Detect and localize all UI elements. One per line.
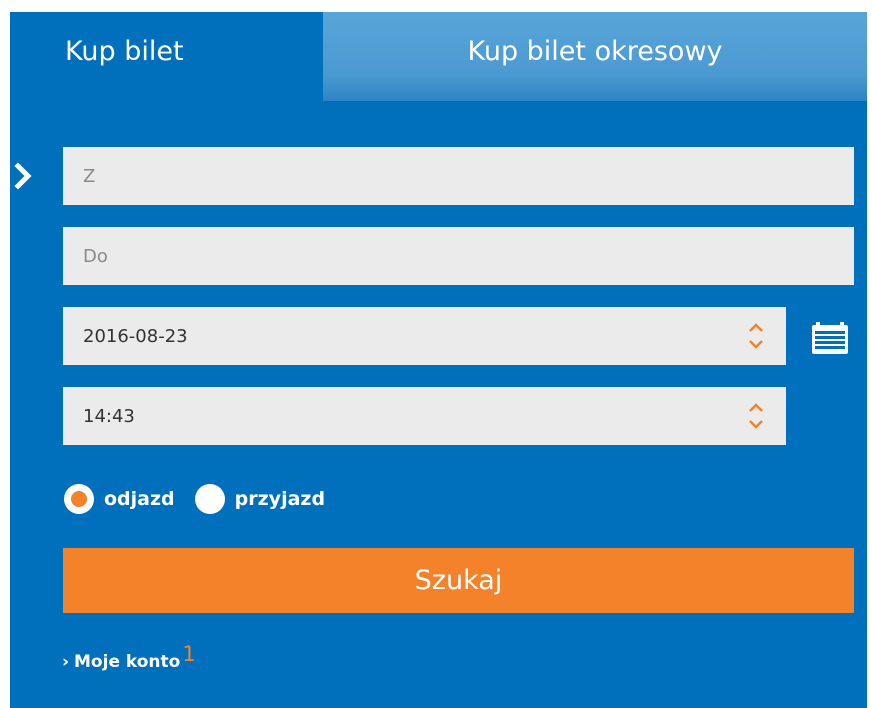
- radio-odjazd-label: odjazd: [104, 488, 175, 510]
- my-account-link[interactable]: › Moje konto 1: [62, 642, 196, 676]
- calendar-icon[interactable]: [808, 316, 852, 356]
- time-field[interactable]: 14:43: [63, 387, 786, 445]
- tab-kup-bilet-okresowy[interactable]: Kup bilet okresowy: [323, 12, 867, 101]
- chevron-right-icon: [14, 162, 32, 190]
- tab-kup-bilet[interactable]: Kup bilet: [10, 12, 323, 101]
- radio-odjazd[interactable]: odjazd: [64, 484, 175, 514]
- date-value: 2016-08-23: [83, 325, 188, 347]
- direction-radio-group: odjazd przyjazd: [64, 482, 345, 516]
- chevron-small-icon: ›: [62, 652, 70, 672]
- my-account-label: Moje konto: [74, 652, 181, 672]
- radio-przyjazd-label: przyjazd: [234, 488, 326, 510]
- radio-checked-icon[interactable]: [64, 484, 94, 514]
- to-station-input[interactable]: [63, 227, 854, 285]
- date-field[interactable]: 2016-08-23: [63, 307, 786, 365]
- account-badge: 1: [182, 642, 196, 666]
- ticket-search-panel: Kup bilet Kup bilet okresowy 2016-08-23 …: [10, 12, 867, 708]
- time-spinner-icon[interactable]: [746, 399, 766, 433]
- from-station-input[interactable]: [63, 147, 854, 205]
- radio-unchecked-icon[interactable]: [194, 484, 225, 514]
- radio-przyjazd[interactable]: przyjazd: [194, 484, 326, 514]
- search-button[interactable]: Szukaj: [63, 548, 854, 613]
- time-value: 14:43: [83, 405, 135, 427]
- tab-bar: Kup bilet Kup bilet okresowy: [10, 12, 867, 101]
- date-spinner-icon[interactable]: [746, 319, 766, 353]
